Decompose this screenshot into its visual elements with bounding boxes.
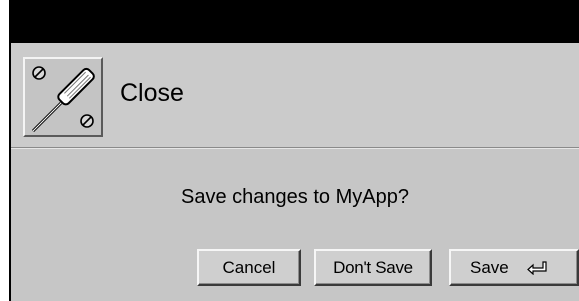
dialog-message: Save changes to MyApp? xyxy=(181,186,409,208)
dialog-header: Close xyxy=(11,43,579,149)
dont-save-button-label: Don't Save xyxy=(333,257,413,277)
screwdriver-tool-icon xyxy=(23,57,103,137)
cancel-button-label: Cancel xyxy=(222,257,276,277)
dont-save-button[interactable]: Don't Save xyxy=(314,249,432,286)
enter-return-icon xyxy=(526,260,547,275)
window-titlebar[interactable] xyxy=(11,0,579,43)
save-button-label: Save xyxy=(470,257,509,277)
cancel-button[interactable]: Cancel xyxy=(197,249,301,286)
dialog-title: Close xyxy=(120,79,184,107)
save-button[interactable]: Save xyxy=(449,249,579,286)
